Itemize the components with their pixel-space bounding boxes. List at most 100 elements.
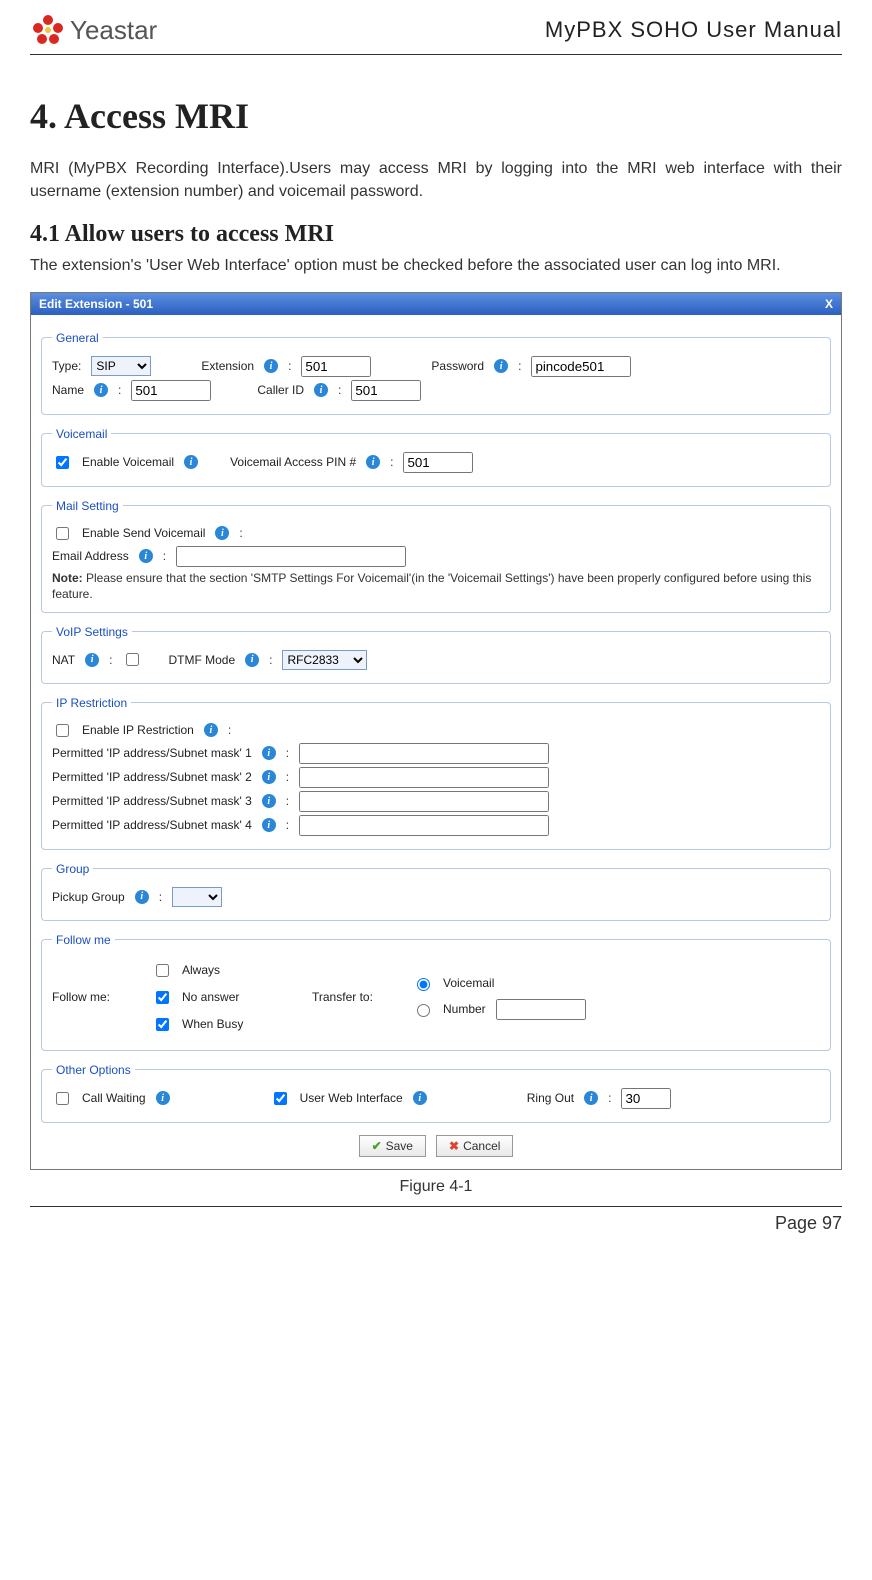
voicemail-fieldset: Voicemail Enable Voicemail i Voicemail A… [41, 427, 831, 487]
extension-label: Extension [201, 359, 254, 373]
note-text: Please ensure that the section 'SMTP Set… [52, 571, 811, 601]
password-input[interactable] [531, 356, 631, 377]
info-icon[interactable]: i [135, 890, 149, 904]
follow-me-label: Follow me: [52, 990, 142, 1004]
info-icon[interactable]: i [314, 383, 328, 397]
info-icon[interactable]: i [139, 549, 153, 563]
page-footer: Page 97 [30, 1206, 842, 1234]
follow-me-fieldset: Follow me Follow me: Always No answer Wh… [41, 933, 831, 1051]
dtmf-label: DTMF Mode [168, 653, 235, 667]
cancel-button[interactable]: ✖ Cancel [436, 1135, 513, 1157]
name-label: Name [52, 383, 84, 397]
ip-restriction-fieldset: IP Restriction Enable IP Restrictioni : … [41, 696, 831, 850]
enable-ip-restriction-label: Enable IP Restriction [82, 723, 194, 737]
ip-restriction-legend: IP Restriction [52, 696, 131, 710]
voip-legend: VoIP Settings [52, 625, 132, 639]
email-address-input[interactable] [176, 546, 406, 567]
info-icon[interactable]: i [494, 359, 508, 373]
type-select[interactable]: SIP [91, 356, 151, 376]
mail-fieldset: Mail Setting Enable Send Voicemaili : Em… [41, 499, 831, 613]
doc-title: MyPBX SOHO User Manual [545, 17, 842, 43]
perm-ip-2-input[interactable] [299, 767, 549, 788]
section-title: 4.1 Allow users to access MRI [30, 221, 842, 248]
close-icon[interactable]: X [825, 297, 833, 311]
perm-ip-1-label: Permitted 'IP address/Subnet mask' 1 [52, 746, 252, 760]
info-icon[interactable]: i [94, 383, 108, 397]
chapter-title: 4. Access MRI [30, 95, 842, 137]
note-prefix: Note: [52, 571, 83, 585]
noanswer-label: No answer [182, 990, 239, 1004]
password-label: Password [431, 359, 484, 373]
extension-input[interactable] [301, 356, 371, 377]
info-icon[interactable]: i [184, 455, 198, 469]
ring-out-input[interactable] [621, 1088, 671, 1109]
voip-fieldset: VoIP Settings NATi : DTMF Modei : RFC283… [41, 625, 831, 684]
voicemail-radio[interactable] [417, 978, 430, 991]
enable-send-voicemail-label: Enable Send Voicemail [82, 526, 205, 540]
user-web-interface-checkbox[interactable] [274, 1092, 287, 1105]
info-icon[interactable]: i [215, 526, 229, 540]
cancel-button-label: Cancel [463, 1139, 500, 1153]
enable-ip-restriction-checkbox[interactable] [56, 724, 69, 737]
edit-extension-dialog: Edit Extension - 501 X General Type: SIP… [30, 292, 842, 1170]
type-label: Type: [52, 359, 81, 373]
noanswer-checkbox[interactable] [156, 991, 169, 1004]
whenbusy-label: When Busy [182, 1017, 243, 1031]
save-button[interactable]: ✔ Save [359, 1135, 426, 1157]
user-web-interface-label: User Web Interface [300, 1091, 403, 1105]
logo-text: Yeastar [70, 15, 157, 46]
enable-voicemail-checkbox[interactable] [56, 456, 69, 469]
page-number: Page 97 [775, 1213, 842, 1233]
callerid-input[interactable] [351, 380, 421, 401]
name-input[interactable] [131, 380, 211, 401]
call-waiting-checkbox[interactable] [56, 1092, 69, 1105]
info-icon[interactable]: i [262, 818, 276, 832]
logo: Yeastar [30, 12, 157, 48]
info-icon[interactable]: i [262, 794, 276, 808]
voicemail-pin-input[interactable] [403, 452, 473, 473]
perm-ip-4-label: Permitted 'IP address/Subnet mask' 4 [52, 818, 252, 832]
always-checkbox[interactable] [156, 964, 169, 977]
cross-icon: ✖ [449, 1139, 459, 1153]
general-legend: General [52, 331, 103, 345]
nat-checkbox[interactable] [126, 653, 139, 666]
pickup-group-select[interactable] [172, 887, 222, 907]
group-fieldset: Group Pickup Groupi : [41, 862, 831, 921]
perm-ip-1-input[interactable] [299, 743, 549, 764]
button-row: ✔ Save ✖ Cancel [41, 1135, 831, 1157]
voicemail-legend: Voicemail [52, 427, 111, 441]
perm-ip-4-input[interactable] [299, 815, 549, 836]
enable-send-voicemail-checkbox[interactable] [56, 527, 69, 540]
ring-out-label: Ring Out [527, 1091, 574, 1105]
info-icon[interactable]: i [85, 653, 99, 667]
info-icon[interactable]: i [366, 455, 380, 469]
transfer-to-label: Transfer to: [312, 990, 402, 1004]
info-icon[interactable]: i [156, 1091, 170, 1105]
dtmf-select[interactable]: RFC2833 [282, 650, 367, 670]
follow-me-legend: Follow me [52, 933, 115, 947]
figure-caption: Figure 4-1 [30, 1178, 842, 1196]
info-icon[interactable]: i [264, 359, 278, 373]
nat-label: NAT [52, 653, 75, 667]
info-icon[interactable]: i [262, 770, 276, 784]
other-options-legend: Other Options [52, 1063, 135, 1077]
whenbusy-checkbox[interactable] [156, 1018, 169, 1031]
perm-ip-2-label: Permitted 'IP address/Subnet mask' 2 [52, 770, 252, 784]
info-icon[interactable]: i [245, 653, 259, 667]
number-radio[interactable] [417, 1004, 430, 1017]
info-icon[interactable]: i [413, 1091, 427, 1105]
general-fieldset: General Type: SIP Extensioni : Passwordi… [41, 331, 831, 415]
number-input[interactable] [496, 999, 586, 1020]
mail-note: Note: Please ensure that the section 'SM… [52, 570, 820, 602]
enable-voicemail-label: Enable Voicemail [82, 455, 174, 469]
info-icon[interactable]: i [204, 723, 218, 737]
voicemail-radio-label: Voicemail [443, 976, 494, 990]
callerid-label: Caller ID [257, 383, 304, 397]
perm-ip-3-input[interactable] [299, 791, 549, 812]
other-options-fieldset: Other Options Call Waitingi User Web Int… [41, 1063, 831, 1123]
info-icon[interactable]: i [584, 1091, 598, 1105]
check-icon: ✔ [372, 1139, 382, 1153]
save-button-label: Save [386, 1139, 413, 1153]
info-icon[interactable]: i [262, 746, 276, 760]
mail-legend: Mail Setting [52, 499, 123, 513]
